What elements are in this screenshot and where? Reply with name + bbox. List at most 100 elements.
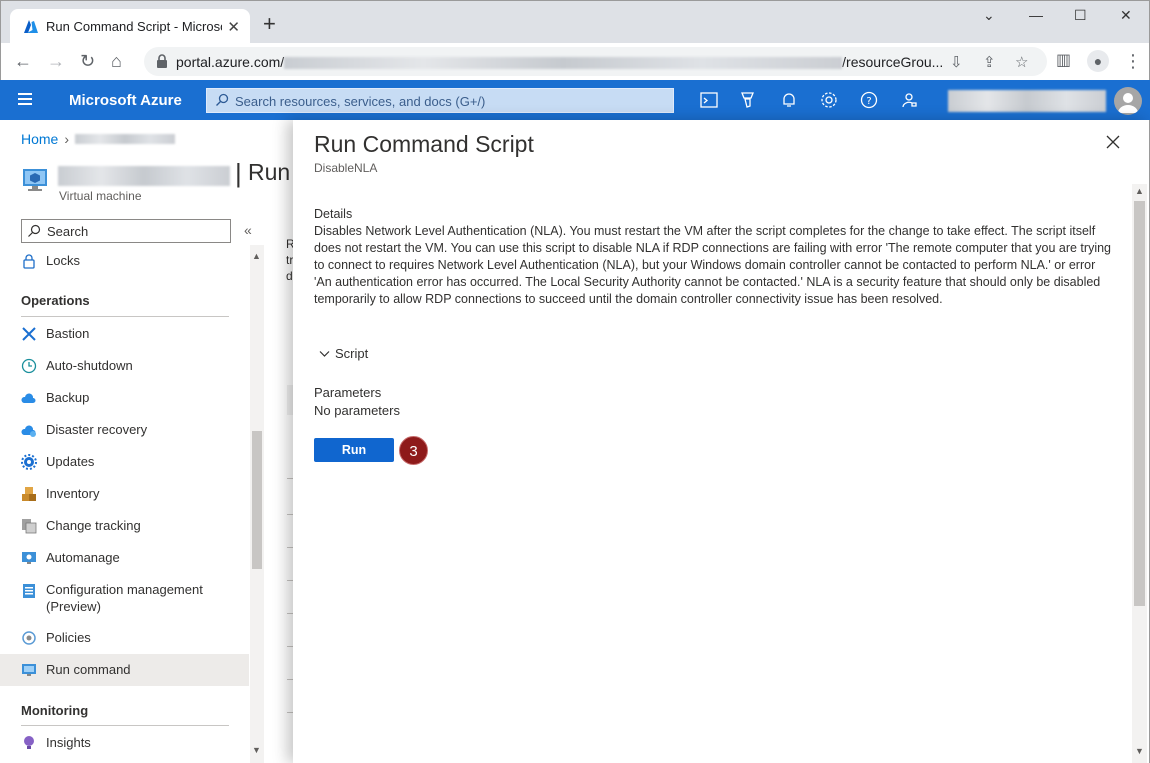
directory-filter-icon[interactable] <box>740 91 758 109</box>
azure-logo-icon <box>24 20 38 33</box>
section-divider <box>21 316 229 317</box>
collapse-menu-icon[interactable]: « <box>244 222 252 238</box>
nav-label: Policies <box>46 630 91 645</box>
clock-icon <box>21 358 37 374</box>
nav-label: Disaster recovery <box>46 422 148 437</box>
install-app-icon[interactable]: ⇩ <box>950 53 963 71</box>
global-search-input[interactable]: Search resources, services, and docs (G+… <box>206 88 674 113</box>
nav-item-change-tracking[interactable]: Change tracking <box>0 510 249 542</box>
section-header-monitoring: Monitoring <box>21 703 89 718</box>
nav-label: Updates <box>46 454 95 469</box>
nav-item-backup[interactable]: Backup <box>0 382 249 414</box>
nav-label: Configuration management <box>46 582 203 597</box>
menu-search-placeholder: Search <box>47 224 89 239</box>
nav-item-configuration-management[interactable]: Configuration management (Preview) <box>0 574 249 622</box>
user-avatar-icon[interactable] <box>1114 87 1142 115</box>
nav-label: Run command <box>46 662 131 677</box>
nav-item-policies[interactable]: Policies <box>0 622 249 654</box>
address-bar[interactable]: portal.azure.com//resourceGrou... ⇩ ⇪ ☆ <box>144 47 1047 76</box>
minimize-icon[interactable]: — <box>1029 7 1043 23</box>
inventory-boxes-icon <box>22 487 36 501</box>
scroll-up-icon[interactable]: ▲ <box>1135 186 1144 196</box>
feedback-icon[interactable] <box>900 91 918 109</box>
run-command-icon <box>22 664 36 676</box>
tab-close-icon[interactable]: ✕ <box>227 18 240 36</box>
scroll-up-icon[interactable]: ▲ <box>252 251 261 261</box>
browser-menu-icon[interactable]: ⋮ <box>1124 52 1142 70</box>
chevron-down-icon <box>319 346 331 361</box>
menu-search-input[interactable]: Search <box>21 219 231 243</box>
breadcrumb-home-link[interactable]: Home <box>21 131 58 147</box>
bastion-icon <box>22 327 36 341</box>
help-icon[interactable]: ? <box>860 91 878 109</box>
title-divider: | <box>235 158 242 188</box>
scroll-thumb[interactable] <box>1134 201 1145 606</box>
script-expander[interactable]: Script <box>319 346 368 361</box>
step-number-badge: 3 <box>399 436 428 465</box>
tab-search-chevron-icon[interactable]: ⌄ <box>983 7 995 24</box>
browser-tab-bar: Run Command Script - Microsoft ✕ + ⌄ — ☐… <box>0 0 1150 44</box>
cloud-shell-icon[interactable] <box>700 91 718 109</box>
redacted-account-name[interactable] <box>948 90 1106 112</box>
notifications-bell-icon[interactable] <box>780 91 798 109</box>
nav-label: Automanage <box>46 550 120 565</box>
nav-item-insights[interactable]: Insights <box>0 727 249 759</box>
settings-gear-icon[interactable] <box>820 91 838 109</box>
url-text: portal.azure.com//resourceGrou... <box>176 54 944 70</box>
home-icon[interactable]: ⌂ <box>111 52 122 70</box>
section-header-operations: Operations <box>21 293 90 308</box>
share-icon[interactable]: ⇪ <box>983 53 996 71</box>
azure-brand[interactable]: Microsoft Azure <box>69 92 182 109</box>
breadcrumb-chevron-icon: › <box>64 131 70 147</box>
side-panel-icon[interactable]: ▥ <box>1056 52 1071 70</box>
nav-item-disaster-recovery[interactable]: Disaster recovery <box>0 414 249 446</box>
virtual-machine-icon <box>23 169 47 191</box>
panel-title: Run Command Script <box>314 131 534 157</box>
global-search-placeholder: Search resources, services, and docs (G+… <box>235 94 486 109</box>
redacted-vm-name <box>58 166 230 186</box>
bookmark-star-icon[interactable]: ☆ <box>1015 53 1028 71</box>
script-label: Script <box>335 346 369 361</box>
reload-icon[interactable]: ↻ <box>80 52 95 70</box>
scroll-thumb[interactable] <box>252 431 262 569</box>
browser-tab[interactable]: Run Command Script - Microsoft ✕ <box>10 9 250 44</box>
nav-item-automanage[interactable]: Automanage <box>0 542 249 574</box>
profile-icon[interactable]: ● <box>1087 50 1109 72</box>
panel-subtitle: DisableNLA <box>314 161 378 175</box>
nav-item-updates[interactable]: Updates <box>0 446 249 478</box>
new-tab-icon[interactable]: + <box>263 13 276 35</box>
nav-label: Auto-shutdown <box>46 358 133 373</box>
parameters-value: No parameters <box>314 403 400 418</box>
menu-scrollbar[interactable]: ▲ ▼ <box>250 245 264 763</box>
nav-item-locks[interactable]: Locks <box>0 245 249 277</box>
nav-label: Locks <box>46 253 80 268</box>
automanage-monitor-icon <box>22 552 36 564</box>
search-icon <box>28 224 41 237</box>
window-close-icon[interactable]: ✕ <box>1120 7 1132 24</box>
policies-icon <box>22 631 36 645</box>
maximize-icon[interactable]: ☐ <box>1074 7 1087 24</box>
details-label: Details <box>314 207 353 221</box>
redacted-url <box>284 57 843 70</box>
portal-menu-icon[interactable] <box>18 93 32 105</box>
nav-item-auto-shutdown[interactable]: Auto-shutdown <box>0 350 249 382</box>
run-button[interactable]: Run <box>314 438 394 462</box>
nav-label: Inventory <box>46 486 100 501</box>
lock-icon <box>23 254 35 269</box>
nav-item-run-command[interactable]: Run command <box>0 654 249 686</box>
blade-title-fragment: Run <box>248 159 291 185</box>
close-icon[interactable] <box>1105 134 1121 150</box>
updates-gear-icon <box>21 454 37 470</box>
lock-icon <box>157 54 167 68</box>
scroll-down-icon[interactable]: ▼ <box>252 745 261 755</box>
resource-menu: Locks Operations Bastion Auto-shutdown B… <box>0 245 249 763</box>
nav-label: Change tracking <box>46 518 141 533</box>
section-divider <box>21 725 229 726</box>
scroll-down-icon[interactable]: ▼ <box>1135 746 1144 756</box>
forward-arrow-icon[interactable]: → <box>47 52 65 70</box>
back-arrow-icon[interactable]: ← <box>14 52 32 70</box>
panel-scrollbar[interactable]: ▲ ▼ <box>1132 184 1147 763</box>
nav-item-bastion[interactable]: Bastion <box>0 318 249 350</box>
redacted-breadcrumb[interactable] <box>75 134 176 144</box>
nav-item-inventory[interactable]: Inventory <box>0 478 249 510</box>
